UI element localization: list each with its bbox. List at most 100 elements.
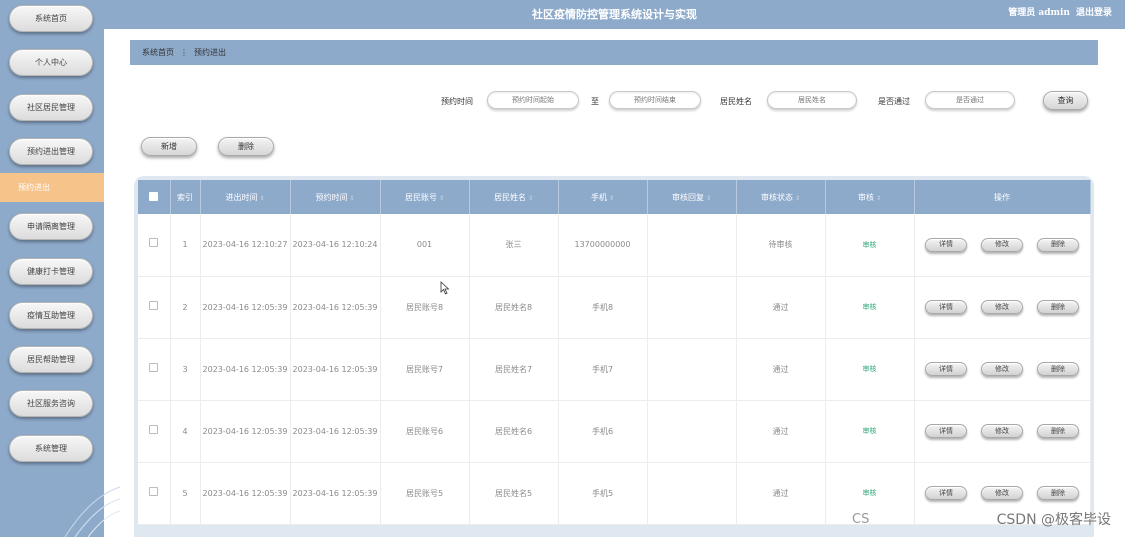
column-header-account[interactable]: 居民账号 ⇕ xyxy=(380,180,470,214)
review-link[interactable]: 审核 xyxy=(863,489,877,497)
column-header-review[interactable]: 审核 ⇕ xyxy=(825,180,915,214)
detail-button[interactable]: 详情 xyxy=(925,362,967,376)
row-checkbox[interactable] xyxy=(149,300,159,310)
cell-inout-time: 2023-04-16 12:05:39 xyxy=(200,276,291,339)
sort-icon[interactable]: ⇕ xyxy=(876,195,881,202)
cell-inout-time: 2023-04-16 12:10:27 xyxy=(200,214,291,277)
edit-button[interactable]: 修改 xyxy=(981,362,1023,376)
sidebar-item-mutual-aid[interactable]: 疫情互助管理 xyxy=(9,302,93,329)
cell-actions: 详情 修改 删除 xyxy=(914,276,1091,339)
edit-button[interactable]: 修改 xyxy=(981,486,1023,500)
edit-button[interactable]: 修改 xyxy=(981,424,1023,438)
row-checkbox[interactable] xyxy=(149,424,159,434)
column-header-inout-time[interactable]: 进出时间 ⇕ xyxy=(200,180,291,214)
cell-review: 审核 xyxy=(825,276,915,339)
row-select-cell[interactable] xyxy=(138,400,171,463)
sort-icon[interactable]: ⇕ xyxy=(349,195,354,202)
breadcrumb: 系统首页 ⋮ 预约进出 xyxy=(130,40,1098,65)
table-row: 4 2023-04-16 12:05:39 2023-04-16 12:05:39 居… xyxy=(138,400,1091,463)
detail-button[interactable]: 详情 xyxy=(925,486,967,500)
delete-button[interactable]: 删除 xyxy=(1037,300,1079,314)
sort-icon[interactable]: ⇕ xyxy=(259,195,264,202)
table-row: 2 2023-04-16 12:05:39 2023-04-16 12:05:39 居… xyxy=(138,276,1091,339)
cell-name: 居民姓名5 xyxy=(469,462,559,525)
sidebar-item-reservation-management[interactable]: 预约进出管理 xyxy=(9,138,93,165)
column-header-reserve-time[interactable]: 预约时间 ⇕ xyxy=(290,180,381,214)
column-header-label: 进出时间 xyxy=(225,192,258,202)
sidebar-item-personal-center[interactable]: 个人中心 xyxy=(9,49,93,76)
column-header-phone[interactable]: 手机 ⇕ xyxy=(558,180,648,214)
sidebar-item-health-checkin[interactable]: 健康打卡管理 xyxy=(9,258,93,285)
cell-phone: 手机5 xyxy=(558,462,648,525)
sort-icon[interactable]: ⇕ xyxy=(609,195,614,202)
cell-actions: 详情 修改 删除 xyxy=(914,214,1091,277)
app-title: 社区疫情防控管理系统设计与实现 xyxy=(532,8,697,21)
row-select-cell[interactable] xyxy=(138,276,171,339)
breadcrumb-current: 预约进出 xyxy=(194,48,226,57)
sort-icon[interactable]: ⇕ xyxy=(528,195,533,202)
sort-icon[interactable]: ⇕ xyxy=(706,195,711,202)
column-header-name[interactable]: 居民姓名 ⇕ xyxy=(469,180,559,214)
detail-button[interactable]: 详情 xyxy=(925,237,967,252)
column-header-label: 手机 xyxy=(590,192,607,202)
row-checkbox[interactable] xyxy=(149,486,159,496)
cell-reply xyxy=(647,276,737,339)
breadcrumb-home[interactable]: 系统首页 xyxy=(142,47,174,58)
breadcrumb-separator-icon: ⋮ xyxy=(180,48,188,57)
edit-button[interactable]: 修改 xyxy=(981,300,1023,314)
column-header-label: 审核状态 xyxy=(760,192,793,202)
edit-button[interactable]: 修改 xyxy=(981,237,1023,252)
detail-button[interactable]: 详情 xyxy=(925,424,967,438)
row-checkbox[interactable] xyxy=(149,238,159,248)
cell-review: 审核 xyxy=(825,214,915,277)
resident-name-input[interactable] xyxy=(767,91,857,109)
cell-actions: 详情 修改 删除 xyxy=(914,338,1091,401)
cell-reply xyxy=(647,400,737,463)
row-select-cell[interactable] xyxy=(138,338,171,401)
column-header-reply[interactable]: 审核回复 ⇕ xyxy=(647,180,737,214)
passed-input[interactable] xyxy=(925,91,1015,109)
review-link[interactable]: 审核 xyxy=(863,303,877,311)
sidebar-item-quarantine-management[interactable]: 申请隔离管理 xyxy=(9,213,93,240)
cell-status: 通过 xyxy=(736,276,826,339)
select-all-checkbox[interactable] xyxy=(149,191,159,201)
sidebar-item-service-consulting[interactable]: 社区服务咨询 xyxy=(9,390,93,417)
sidebar-item-home[interactable]: 系统首页 xyxy=(9,5,93,32)
sidebar-item-resident-help[interactable]: 居民帮助管理 xyxy=(9,346,93,373)
cell-phone: 手机8 xyxy=(558,276,648,339)
sort-icon[interactable]: ⇕ xyxy=(795,195,800,202)
row-select-cell[interactable] xyxy=(138,214,171,277)
query-button[interactable]: 查询 xyxy=(1043,91,1088,110)
cell-index: 5 xyxy=(170,462,201,525)
cell-reserve-time: 2023-04-16 12:05:39 xyxy=(290,276,381,339)
add-button[interactable]: 新增 xyxy=(141,137,197,156)
column-header-status[interactable]: 审核状态 ⇕ xyxy=(736,180,826,214)
mouse-cursor-icon xyxy=(440,281,450,295)
review-link[interactable]: 审核 xyxy=(863,365,877,373)
review-link[interactable]: 审核 xyxy=(863,427,877,435)
delete-button[interactable]: 删除 xyxy=(1037,486,1079,500)
sidebar-item-reservation[interactable]: 预约进出 xyxy=(0,173,104,202)
sidebar-item-resident-management[interactable]: 社区居民管理 xyxy=(9,94,93,121)
batch-delete-button[interactable]: 删除 xyxy=(218,137,274,156)
row-select-cell[interactable] xyxy=(138,462,171,525)
delete-button[interactable]: 删除 xyxy=(1037,424,1079,438)
reserve-time-end-input[interactable] xyxy=(609,91,701,109)
reserve-time-start-input[interactable] xyxy=(487,91,579,109)
cell-name: 居民姓名8 xyxy=(469,276,559,339)
cell-status: 通过 xyxy=(736,462,826,525)
delete-button[interactable]: 删除 xyxy=(1037,237,1079,252)
review-link[interactable]: 审核 xyxy=(863,241,877,249)
row-checkbox[interactable] xyxy=(149,362,159,372)
select-all-cell[interactable] xyxy=(138,180,171,214)
detail-button[interactable]: 详情 xyxy=(925,300,967,314)
watermark: CSDN @极客毕设 xyxy=(996,512,1111,528)
delete-button[interactable]: 删除 xyxy=(1037,362,1079,376)
cell-actions: 详情 修改 删除 xyxy=(914,400,1091,463)
cell-review: 审核 xyxy=(825,462,915,525)
top-header: 社区疫情防控管理系统设计与实现 管理员 admin 退出登录 xyxy=(104,0,1125,29)
cell-name: 居民姓名7 xyxy=(469,338,559,401)
sort-icon[interactable]: ⇕ xyxy=(439,195,444,202)
logout-link[interactable]: 退出登录 xyxy=(1076,8,1112,18)
cell-inout-time: 2023-04-16 12:05:39 xyxy=(200,338,291,401)
